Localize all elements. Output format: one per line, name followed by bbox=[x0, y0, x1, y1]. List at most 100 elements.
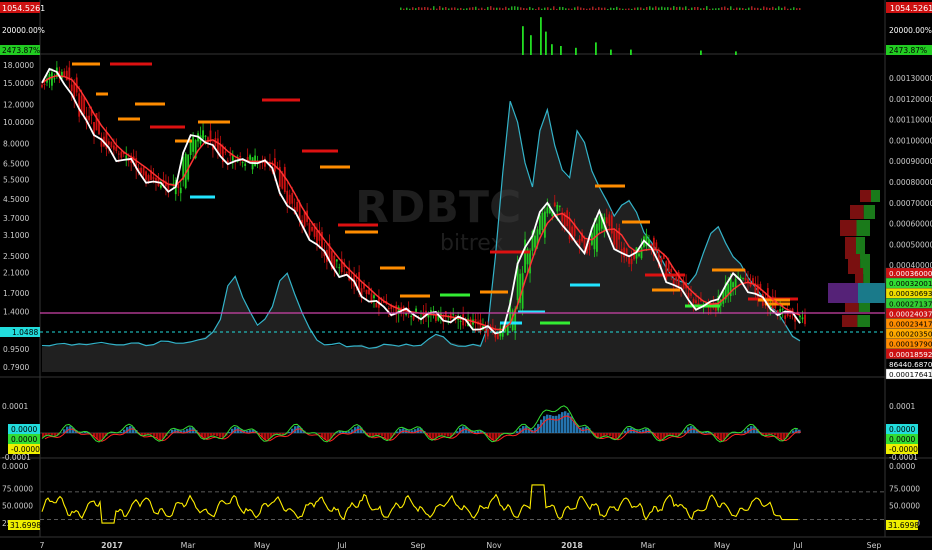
candle-body bbox=[714, 307, 717, 311]
volume-tick bbox=[766, 7, 768, 10]
top-right-sub: 20000.00% bbox=[889, 26, 932, 35]
right-price-label: 0.00020350 bbox=[889, 330, 932, 339]
symbol-watermark: RDBTC bbox=[355, 182, 521, 233]
candle-body bbox=[781, 308, 784, 310]
volume-tick bbox=[550, 8, 552, 10]
volume-tick bbox=[400, 7, 402, 10]
macd-histogram-bar bbox=[99, 433, 102, 441]
macd-right-badge-text: 0.0000 bbox=[889, 425, 915, 434]
volume-tick bbox=[403, 8, 405, 10]
candle-body bbox=[744, 277, 747, 281]
macd-histogram-bar bbox=[675, 433, 678, 436]
macd-histogram-bar bbox=[546, 414, 549, 433]
candle-body bbox=[375, 302, 378, 308]
macd-left-tick: -0.0001 bbox=[2, 453, 31, 462]
volume-tick bbox=[781, 7, 783, 10]
macd-histogram-bar bbox=[432, 433, 435, 439]
candle-body bbox=[628, 257, 630, 264]
volume-tick bbox=[523, 8, 525, 10]
time-axis-label: May bbox=[254, 541, 271, 550]
left-axis-tick-label: 2.5000 bbox=[3, 252, 29, 261]
price-chart[interactable]: RDBTC bitrex 1054.5261 1054.5261 20000.0… bbox=[0, 0, 932, 550]
macd-histogram-bar bbox=[612, 433, 615, 438]
right-axis-tick-label: 0.00080000 bbox=[889, 178, 932, 187]
volume-profile-sell bbox=[840, 220, 857, 236]
right-price-label: 0.00027137 bbox=[889, 299, 932, 308]
candle-body bbox=[752, 278, 754, 284]
candle-body bbox=[53, 78, 56, 80]
candle-body bbox=[588, 242, 591, 251]
volume-tick bbox=[658, 7, 660, 10]
candle-body bbox=[204, 135, 207, 137]
right-axis-tick-label: 0.00120000 bbox=[889, 95, 932, 104]
volume-tick bbox=[499, 7, 501, 10]
time-axis-label: Sep bbox=[867, 541, 882, 550]
right-price-label: 86440.6870 bbox=[889, 360, 932, 369]
macd-left-tick: 0.0000 bbox=[2, 462, 28, 471]
candle-body bbox=[117, 153, 120, 155]
macd-histogram-bar bbox=[216, 433, 219, 437]
macd-histogram-bar bbox=[564, 411, 567, 433]
volume-tick bbox=[490, 6, 492, 10]
volume-tick bbox=[502, 8, 504, 10]
candle-body bbox=[665, 261, 668, 281]
volume-tick bbox=[646, 7, 648, 10]
macd-histogram-bar bbox=[150, 433, 153, 435]
macd-histogram-bar bbox=[441, 433, 444, 436]
top-right-value: 1054.5261 bbox=[890, 4, 932, 13]
volume-tick bbox=[415, 8, 417, 10]
candle-body bbox=[345, 271, 348, 274]
volume-bar bbox=[700, 50, 702, 55]
macd-left-badge-text: -0.0000 bbox=[11, 445, 40, 454]
macd-histogram-bar bbox=[561, 412, 564, 433]
macd-left-badge-text: 0.0000 bbox=[11, 425, 37, 434]
volume-profile-sell bbox=[850, 205, 864, 219]
macd-histogram-bar bbox=[384, 433, 387, 438]
macd-histogram-bar bbox=[516, 431, 519, 433]
volume-tick bbox=[664, 7, 666, 10]
volume-tick bbox=[532, 8, 534, 10]
right-axis-tick-label: 0.00070000 bbox=[889, 199, 932, 208]
left-axis-tick-label: 1.7000 bbox=[3, 289, 29, 298]
volume-tick bbox=[607, 8, 609, 10]
volume-tick bbox=[727, 7, 729, 10]
volume-tick bbox=[547, 7, 549, 10]
volume-tick bbox=[484, 8, 486, 10]
time-axis-label: Nov bbox=[486, 541, 502, 550]
macd-histogram-bar bbox=[792, 430, 795, 433]
volume-tick bbox=[466, 8, 468, 10]
volume-tick bbox=[631, 8, 633, 10]
macd-pane: 0.0001-0.00010.00000.0001-0.00010.00000.… bbox=[2, 402, 918, 471]
volume-tick bbox=[406, 7, 408, 10]
time-axis-label: Mar bbox=[181, 541, 197, 550]
volume-tick bbox=[409, 8, 411, 10]
volume-tick bbox=[424, 6, 426, 10]
macd-histogram-bar bbox=[780, 433, 783, 440]
volume-tick bbox=[685, 6, 687, 10]
candle-body bbox=[88, 115, 90, 121]
candle-body bbox=[241, 162, 244, 164]
volume-tick bbox=[742, 8, 744, 10]
candle-body bbox=[179, 187, 182, 194]
volume-tick bbox=[769, 7, 771, 10]
candle-body bbox=[107, 141, 110, 145]
candle-body bbox=[454, 314, 457, 316]
volume-tick bbox=[538, 7, 540, 10]
volume-tick bbox=[790, 8, 792, 10]
volume-bar bbox=[735, 51, 737, 55]
candle-body bbox=[553, 202, 556, 207]
volume-tick bbox=[463, 8, 465, 10]
macd-histogram-bar bbox=[153, 433, 156, 436]
macd-histogram-bar bbox=[267, 433, 270, 440]
rsi-right-badge-text: 31.6998 bbox=[888, 521, 919, 530]
volume-tick bbox=[421, 7, 423, 10]
right-price-label: 0.00030693 bbox=[889, 289, 932, 298]
candle-body bbox=[583, 239, 586, 249]
volume-tick bbox=[625, 8, 627, 10]
candle-body bbox=[779, 308, 782, 312]
rsi-left-tick: 75.0000 bbox=[2, 484, 33, 493]
macd-histogram-bar bbox=[147, 433, 150, 435]
candle-body bbox=[308, 222, 311, 236]
candle-body bbox=[316, 230, 318, 246]
macd-histogram-bar bbox=[369, 433, 372, 437]
